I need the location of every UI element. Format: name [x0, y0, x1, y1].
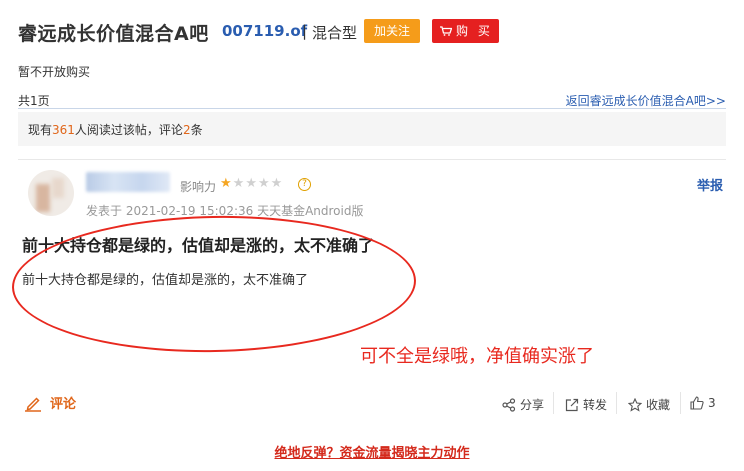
follow-button[interactable]: 加关注	[364, 19, 420, 43]
star-outline-icon	[628, 398, 642, 412]
fund-code-link[interactable]: 007119.of	[222, 22, 307, 40]
star-icon: ★	[257, 176, 271, 191]
purchase-status: 暂不开放购买	[18, 65, 91, 79]
share-icon	[502, 398, 516, 412]
forward-button[interactable]: 转发	[565, 396, 607, 413]
username-blurred[interactable]	[86, 172, 170, 192]
action-divider	[680, 392, 681, 414]
star-icon: ★	[232, 176, 246, 191]
action-divider	[553, 392, 554, 414]
star-icon: ★	[245, 176, 258, 191]
read-stats: 现有361人阅读过该帖，评论2条	[28, 121, 203, 138]
forum-title: 睿远成长价值混合A吧	[18, 23, 209, 45]
back-to-forum-link[interactable]: 返回睿远成长价值混合A吧>>	[566, 92, 726, 109]
stats-mid: 人阅读过该帖，评论	[74, 123, 183, 137]
buy-button-label: 购 买	[456, 24, 493, 38]
annotation-text: 可不全是绿哦，净值确实涨了	[360, 346, 594, 367]
page-count: 共1页	[18, 94, 50, 108]
buy-button[interactable]: 购 买	[432, 19, 499, 43]
help-icon[interactable]: ?	[298, 178, 311, 191]
stats-prefix: 现有	[28, 123, 53, 137]
stats-suffix: 条	[190, 123, 203, 137]
report-link[interactable]: 举报	[697, 175, 723, 194]
pencil-icon	[25, 397, 41, 412]
share-label: 分享	[520, 398, 545, 412]
divider	[18, 108, 726, 109]
post-divider	[18, 159, 726, 160]
star-icon: ★	[270, 176, 284, 191]
like-button[interactable]: 3	[690, 396, 716, 410]
comment-button[interactable]: 评论	[24, 393, 76, 412]
star-icon: ★	[220, 176, 233, 191]
thumbs-up-icon	[690, 396, 704, 410]
header-separator: |	[302, 22, 308, 40]
forward-label: 转发	[583, 398, 608, 412]
influence-stars: ★★★★★	[220, 176, 283, 191]
forward-icon	[565, 398, 579, 412]
action-divider	[616, 392, 617, 414]
influence-label: 影响力	[180, 180, 217, 194]
comment-label: 评论	[50, 397, 77, 412]
promo-link[interactable]: 绝地反弹？资金流量揭晓主力动作	[0, 442, 744, 461]
collect-label: 收藏	[646, 398, 671, 412]
reader-count: 361	[52, 123, 75, 137]
avatar[interactable]	[28, 170, 74, 216]
share-button[interactable]: 分享	[502, 396, 544, 413]
collect-button[interactable]: 收藏	[628, 396, 670, 413]
cart-icon	[440, 26, 452, 36]
fund-type-label: 混合型	[312, 24, 358, 42]
like-count: 3	[708, 396, 716, 410]
comment-count: 2	[182, 123, 191, 137]
